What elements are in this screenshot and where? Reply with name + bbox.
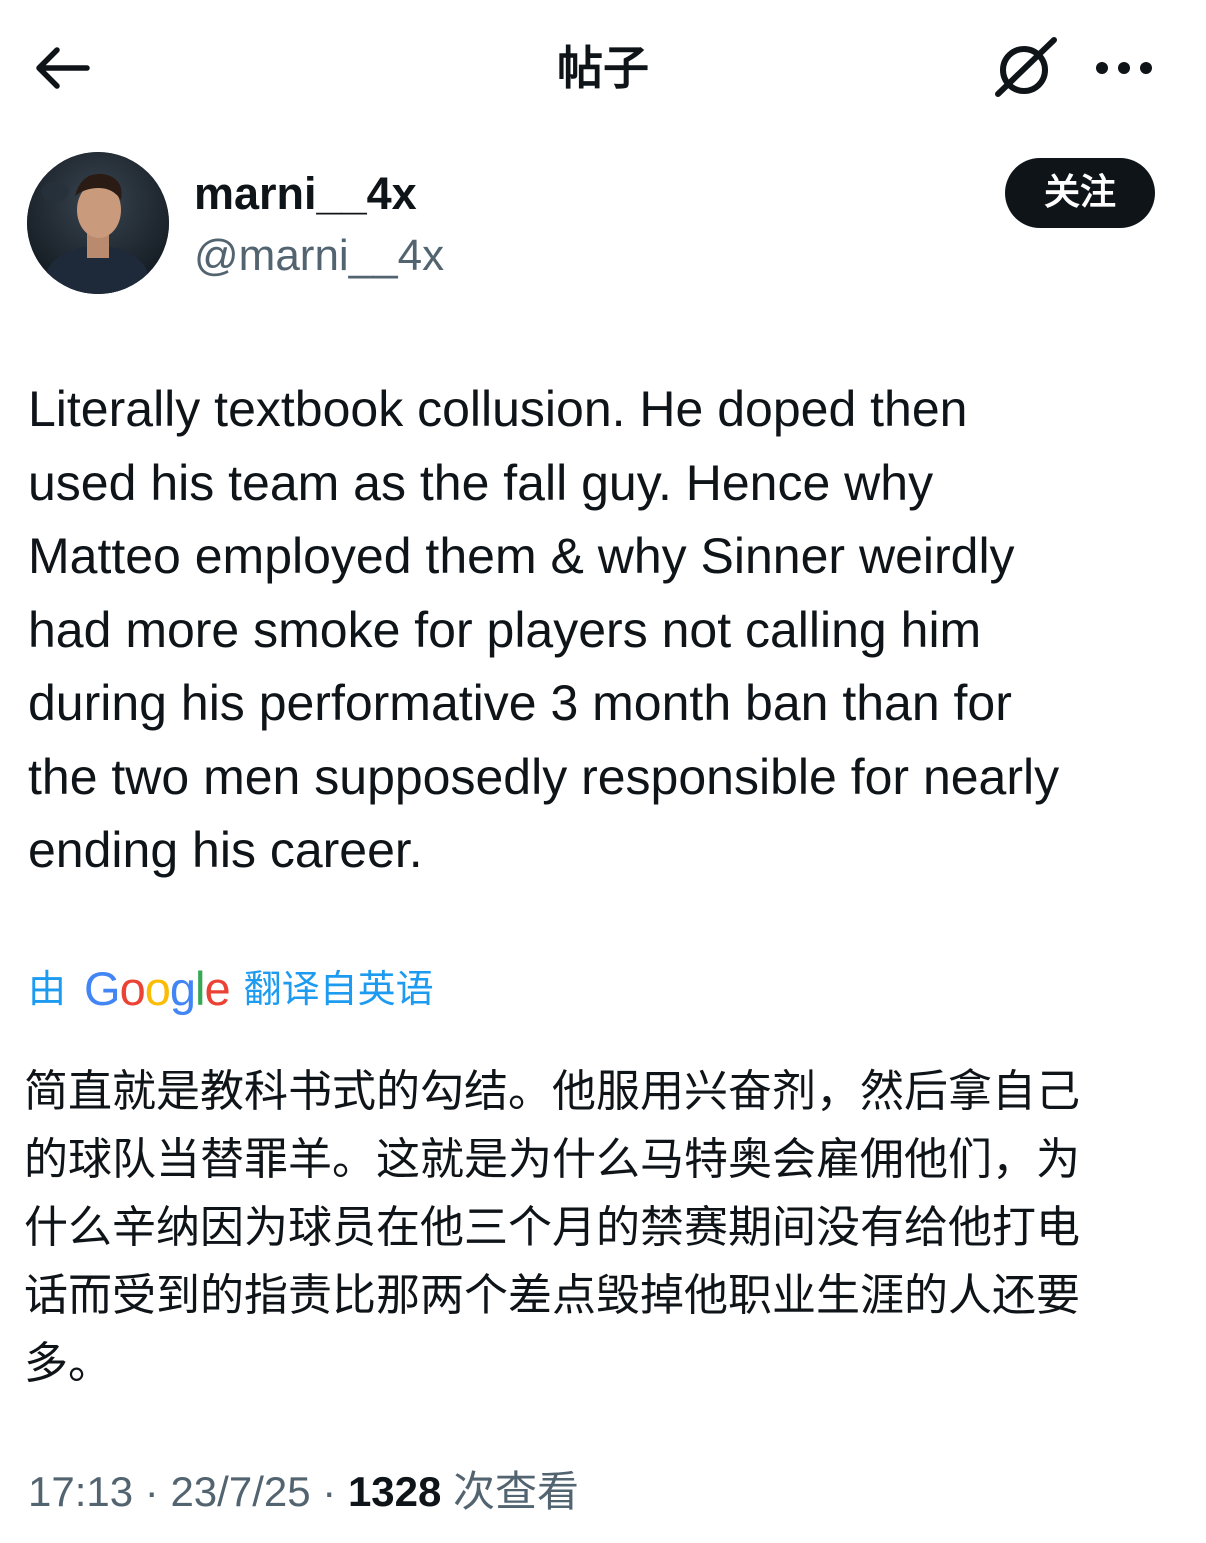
google-letter: o	[144, 962, 171, 1015]
more-horizontal-icon	[1096, 62, 1152, 74]
post-time[interactable]: 17:13	[28, 1468, 133, 1515]
post-text-line: during his performative 3 month ban than…	[28, 675, 1012, 731]
meta-separator: ·	[144, 1468, 159, 1515]
user-handle[interactable]: @marni__4x	[194, 228, 444, 284]
post-text-line: the two men supposedly responsible for n…	[28, 748, 1060, 805]
views-label: 次查看	[453, 1467, 580, 1516]
avatar-photo	[27, 152, 169, 294]
translation-attribution[interactable]: 由 Google 翻译自英语	[28, 958, 434, 1020]
google-letter: o	[119, 962, 146, 1015]
display-name[interactable]: marni__4x	[194, 166, 417, 222]
post-date[interactable]: 23/7/25	[170, 1468, 310, 1515]
google-logo: Google	[84, 958, 231, 1020]
post-text-line: had more smoke for players not calling h…	[28, 601, 982, 658]
translated-text-line: 简直就是教科书式的勾结。他服用兴奋剂，然后拿自己	[24, 1066, 1080, 1117]
translation-prefix: 由	[28, 967, 67, 1011]
translation-source-label: 翻译自英语	[243, 967, 434, 1011]
post-text-line: ending his career.	[28, 822, 423, 878]
post-text: Literally textbook collusion. He doped t…	[28, 373, 1178, 888]
avatar[interactable]	[27, 152, 169, 294]
follow-button[interactable]: 关注	[1005, 158, 1155, 228]
post-text-line: Matteo employed them & why Sinner weirdl…	[28, 528, 1015, 584]
views-count: 1328	[347, 1468, 442, 1515]
google-letter: G	[84, 962, 121, 1015]
post-text-line: Literally textbook collusion. He doped t…	[28, 381, 968, 437]
post-detail-page: 帖子 marni__4x @marni__4x 关注 Literally tex…	[0, 0, 1206, 1543]
meta-separator: ·	[322, 1468, 337, 1515]
grok-icon	[995, 37, 1057, 97]
top-bar: 帖子	[0, 0, 1206, 135]
translated-text: 简直就是教科书式的勾结。他服用兴奋剂，然后拿自己 的球队当替罪羊。这就是为什么马…	[24, 1058, 1184, 1398]
google-letter: g	[169, 962, 196, 1015]
google-letter: e	[204, 962, 230, 1015]
post-text-line: used his team as the fall guy. Hence why	[28, 454, 934, 511]
more-button[interactable]	[1086, 40, 1162, 96]
translated-text-line: 多。	[24, 1338, 112, 1389]
translated-text-line: 的球队当替罪羊。这就是为什么马特奥会雇佣他们，为	[24, 1134, 1080, 1185]
translated-text-line: 什么辛纳因为球员在他三个月的禁赛期间没有给他打电	[24, 1202, 1080, 1253]
translated-text-line: 话而受到的指责比那两个差点毁掉他职业生涯的人还要	[24, 1270, 1080, 1321]
grok-button[interactable]	[988, 30, 1064, 106]
post-meta: 17:13 · 23/7/25 · 1328 次查看	[28, 1462, 579, 1522]
google-wordmark: Google	[84, 962, 231, 1015]
